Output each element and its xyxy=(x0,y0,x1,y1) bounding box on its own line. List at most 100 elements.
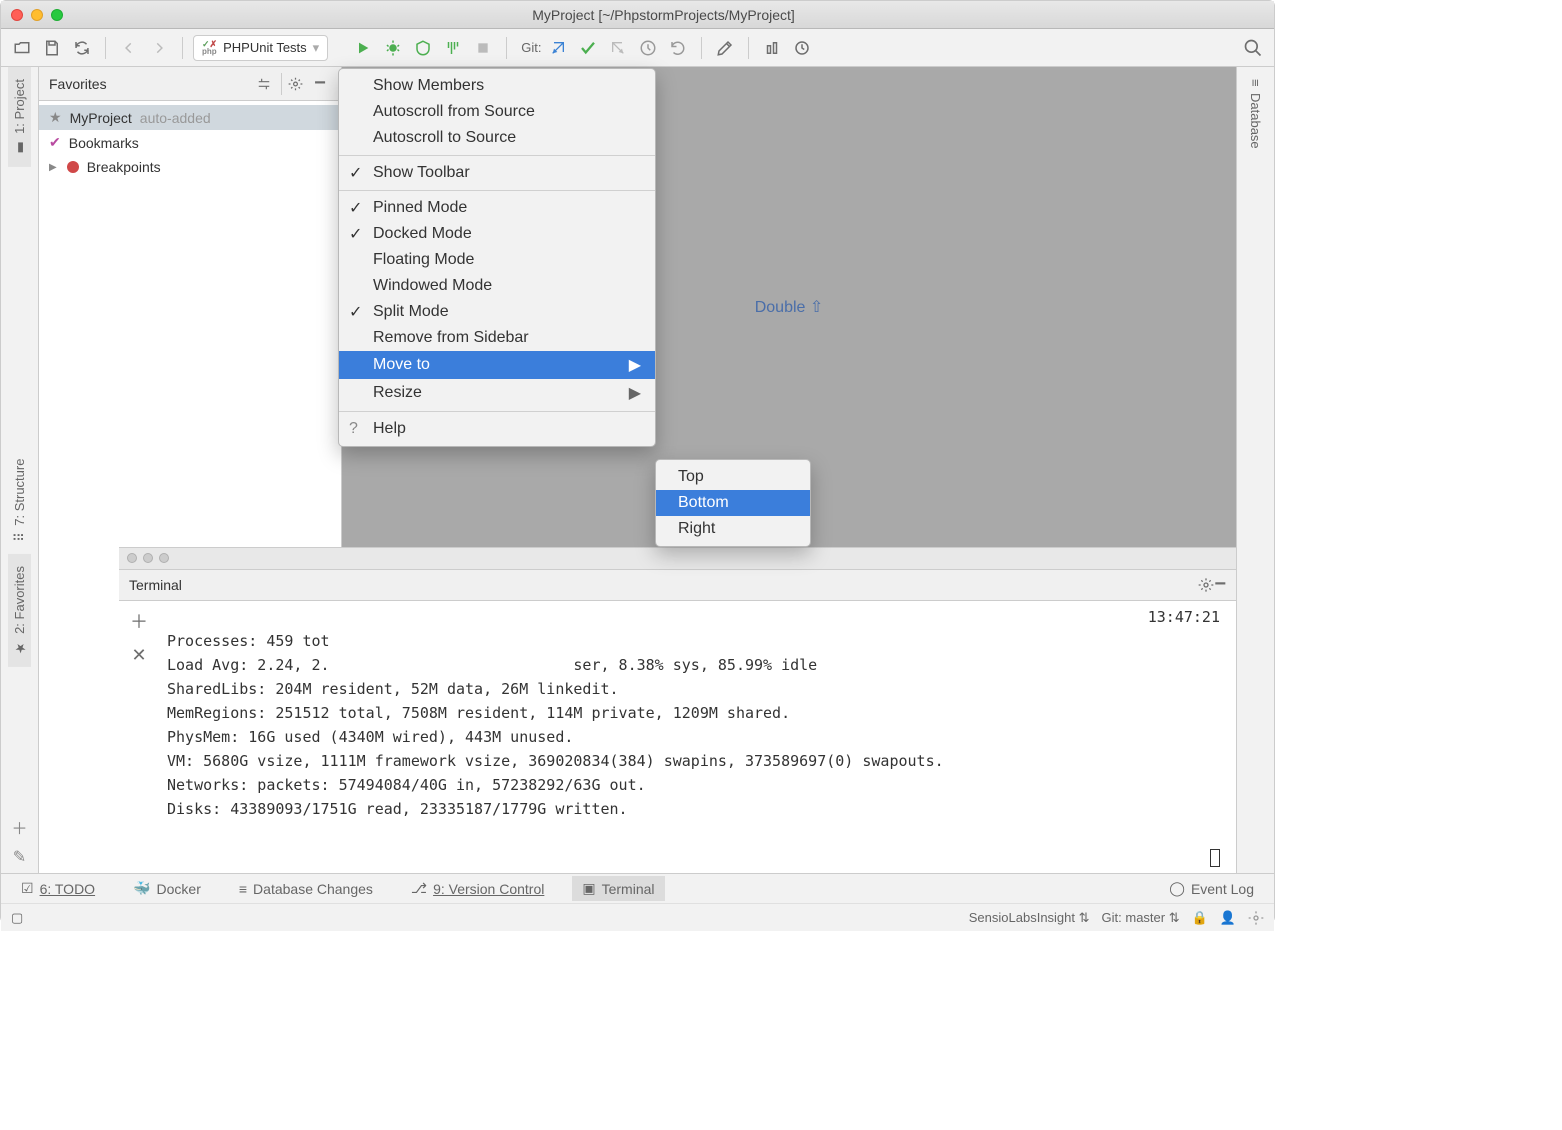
back-icon[interactable] xyxy=(116,35,142,61)
vcs-commit-icon[interactable] xyxy=(575,35,601,61)
statusbar: ▢ SensioLabsInsight ⇅ Git: master ⇅ 🔒 👤 xyxy=(1,903,1274,931)
favorites-item-label: Breakpoints xyxy=(87,159,161,175)
profile-icon[interactable] xyxy=(440,35,466,61)
left-sidebar: ▮1: Project ⠿7: Structure ★2: Favorites … xyxy=(1,67,39,873)
term-close-button[interactable] xyxy=(127,553,137,563)
check-icon: ✓ xyxy=(349,224,362,244)
add-button[interactable]: ＋ xyxy=(11,815,27,839)
favorites-item-breakpoints[interactable]: ▶ Breakpoints xyxy=(39,155,341,179)
submenu-bottom[interactable]: Bottom xyxy=(656,490,810,516)
submenu-right[interactable]: Right xyxy=(656,516,810,542)
traffic-lights xyxy=(11,9,63,21)
event-log-tab[interactable]: ◯Event Log xyxy=(1159,876,1264,901)
menu-floating-mode[interactable]: Floating Mode xyxy=(339,247,655,273)
check-icon: ✓ xyxy=(349,163,362,183)
gear-icon[interactable] xyxy=(281,73,303,95)
project-tool-tab[interactable]: ▮1: Project xyxy=(8,67,31,167)
show-options-icon[interactable] xyxy=(253,73,275,95)
settings-icon[interactable] xyxy=(712,35,738,61)
vcs-history-icon[interactable] xyxy=(635,35,661,61)
list-icon: ☑ xyxy=(21,880,34,897)
vcs-revert-icon[interactable] xyxy=(665,35,691,61)
docker-icon: 🐳 xyxy=(133,880,150,897)
db-icon: ≡ xyxy=(239,881,247,897)
menu-docked-mode[interactable]: ✓Docked Mode xyxy=(339,221,655,247)
terminal-gutter: ＋ ✕ xyxy=(119,601,159,873)
help-icon: ? xyxy=(349,420,358,438)
minimize-window-button[interactable] xyxy=(31,9,43,21)
check-icon: ✓ xyxy=(349,198,362,218)
close-session-button[interactable]: ✕ xyxy=(127,643,151,667)
menu-autoscroll-from-source[interactable]: Autoscroll from Source xyxy=(339,99,655,125)
lock-icon[interactable]: 🔒 xyxy=(1192,910,1208,926)
todo-tab[interactable]: ☑6: TODO xyxy=(11,876,105,901)
expand-triangle-icon[interactable]: ▶ xyxy=(49,162,57,173)
menu-move-to[interactable]: Move to▶ xyxy=(339,351,655,379)
favorites-item-myproject[interactable]: ★ MyProject auto-added xyxy=(39,105,341,130)
favorites-title: Favorites xyxy=(49,76,247,92)
bottom-toolbar: ☑6: TODO 🐳Docker ≡Database Changes ⎇9: V… xyxy=(1,873,1274,903)
terminal-cursor xyxy=(1210,849,1220,867)
debug-icon[interactable] xyxy=(380,35,406,61)
coverage-icon[interactable] xyxy=(410,35,436,61)
terminal-gear-icon[interactable] xyxy=(1198,577,1214,593)
save-icon[interactable] xyxy=(39,35,65,61)
search-icon[interactable] xyxy=(1240,35,1266,61)
hide-icon[interactable]: − xyxy=(309,73,331,95)
vcs-tab[interactable]: ⎇9: Version Control xyxy=(401,876,554,901)
menu-windowed-mode[interactable]: Windowed Mode xyxy=(339,273,655,299)
favorites-item-bookmarks[interactable]: ✔ Bookmarks xyxy=(39,130,341,155)
eventlog-icon: ◯ xyxy=(1169,880,1185,897)
forward-icon[interactable] xyxy=(146,35,172,61)
zoom-window-button[interactable] xyxy=(51,9,63,21)
structure-tool-tab[interactable]: ⠿7: Structure xyxy=(8,447,31,554)
favorites-header: Favorites − xyxy=(39,67,341,101)
menu-pinned-mode[interactable]: ✓Pinned Mode xyxy=(339,195,655,221)
vcs-update-icon[interactable] xyxy=(545,35,571,61)
favorites-body: ★ MyProject auto-added ✔ Bookmarks ▶ Bre… xyxy=(39,101,341,547)
close-window-button[interactable] xyxy=(11,9,23,21)
titlebar: MyProject [~/PhpstormProjects/MyProject] xyxy=(1,1,1274,29)
favorites-panel: Favorites − ★ MyProject auto-added ✔ Boo… xyxy=(39,67,342,547)
vcs-push-icon[interactable] xyxy=(605,35,631,61)
sensio-widget[interactable]: SensioLabsInsight ⇅ xyxy=(969,910,1090,926)
submenu-top[interactable]: Top xyxy=(656,464,810,490)
terminal-hide-icon[interactable]: − xyxy=(1214,573,1226,596)
term-minimize-button[interactable] xyxy=(143,553,153,563)
menu-split-mode[interactable]: ✓Split Mode xyxy=(339,299,655,325)
processes-icon[interactable] xyxy=(1248,910,1264,926)
docker-tab[interactable]: 🐳Docker xyxy=(123,876,211,901)
favorites-item-suffix: auto-added xyxy=(140,110,211,126)
menu-resize[interactable]: Resize▶ xyxy=(339,379,655,407)
inspector-icon[interactable]: 👤 xyxy=(1220,910,1236,926)
git-branch-widget[interactable]: Git: master ⇅ xyxy=(1102,910,1180,926)
menu-autoscroll-to-source[interactable]: Autoscroll to Source xyxy=(339,125,655,151)
database-tool-tab[interactable]: ≡Database xyxy=(1244,67,1267,160)
database-changes-tab[interactable]: ≡Database Changes xyxy=(229,877,383,901)
menu-show-members[interactable]: Show Members xyxy=(339,73,655,99)
menu-show-toolbar[interactable]: ✓Show Toolbar xyxy=(339,160,655,186)
favorites-tool-tab[interactable]: ★2: Favorites xyxy=(8,554,31,667)
check-icon: ✓ xyxy=(349,302,362,322)
refresh-icon[interactable] xyxy=(69,35,95,61)
statusbar-panels-icon[interactable]: ▢ xyxy=(11,910,23,926)
menu-help[interactable]: ?Help xyxy=(339,416,655,442)
terminal-content[interactable]: 13:47:21Processes: 459 tot Load Avg: 2.2… xyxy=(159,601,1236,873)
edit-button[interactable]: ✎ xyxy=(13,847,26,867)
submenu-arrow-icon: ▶ xyxy=(629,383,641,403)
star-icon: ★ xyxy=(49,109,62,126)
run-config-selector[interactable]: ✓✗php PHPUnit Tests ▾ xyxy=(193,35,328,61)
git-label: Git: xyxy=(521,40,541,55)
new-session-button[interactable]: ＋ xyxy=(127,609,151,633)
stop-icon[interactable] xyxy=(470,35,496,61)
term-zoom-button[interactable] xyxy=(159,553,169,563)
terminal-tab[interactable]: ▣Terminal xyxy=(572,876,664,901)
listen-debug-icon[interactable] xyxy=(759,35,785,61)
submenu-arrow-icon: ▶ xyxy=(629,355,641,375)
terminal-header: Terminal − xyxy=(119,570,1236,601)
open-icon[interactable] xyxy=(9,35,35,61)
menu-remove-from-sidebar[interactable]: Remove from Sidebar xyxy=(339,325,655,351)
move-to-submenu: Top Bottom Right xyxy=(655,459,811,547)
run-icon[interactable] xyxy=(350,35,376,61)
stop-listen-icon[interactable] xyxy=(789,35,815,61)
